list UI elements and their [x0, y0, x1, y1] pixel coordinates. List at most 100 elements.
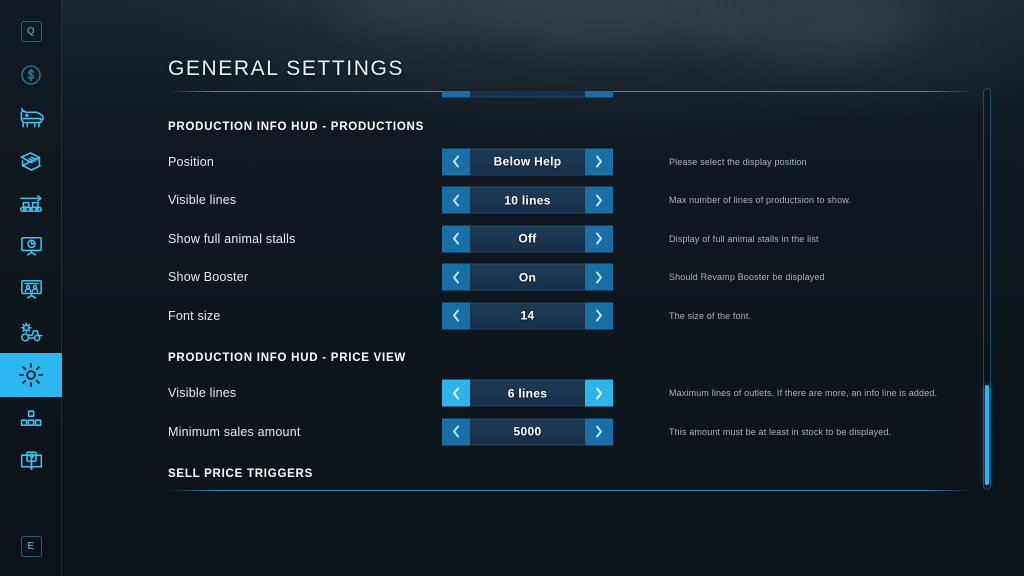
settings-row[interactable]: Visible lines 10 lines Max number of lines… [124, 181, 972, 220]
sidebar-nav: Q [0, 0, 62, 576]
settings-row[interactable]: Minimum sales amount5000This amount must… [124, 413, 972, 452]
chevron-left-icon [450, 232, 462, 246]
settings-value-stepper[interactable]: On [442, 264, 613, 291]
sidebar-item-workers[interactable] [0, 267, 62, 311]
settings-row-label: Show full animal stalls [168, 232, 296, 246]
settings-row[interactable]: Position Below Help Please select the disp… [124, 143, 972, 182]
settings-row-label: Visible lines [168, 193, 236, 207]
page-title: GENERAL SETTINGS [168, 57, 404, 81]
settings-value-stepper[interactable]: 14 [442, 302, 613, 329]
sidebar-item-vehicles[interactable] [0, 310, 62, 354]
chevron-left-icon [450, 425, 462, 439]
chevron-right-icon [593, 309, 605, 323]
cow-animal-icon [18, 106, 45, 130]
sidebar-item-statistics[interactable] [0, 224, 62, 268]
presentation-board-icon [19, 234, 44, 258]
stepper-value: Off [470, 225, 585, 252]
chevron-left-icon [450, 386, 462, 400]
settings-row-description: Maximum lines of outlets. If there are m… [669, 388, 937, 398]
gear-settings-icon [18, 362, 44, 388]
key-q-label: Q [27, 26, 35, 37]
chevron-left-icon [450, 270, 462, 284]
stepper-previous-button[interactable] [442, 418, 470, 445]
chevron-right-icon [593, 425, 605, 439]
chevron-right-icon [593, 270, 605, 284]
footer-hint-bar: ESCBACKSPACESAVE GAMEQUIT GAME [0, 512, 1024, 576]
sidebar-item-key-e[interactable]: E [0, 524, 62, 568]
settings-section-heading: PRODUCTION INFO HUD - PRICE VIEW [124, 352, 972, 364]
stepper-next-button[interactable] [585, 91, 613, 98]
stepper-previous-button[interactable] [442, 187, 470, 214]
scrollbar-thumb[interactable] [985, 385, 989, 485]
settings-value-stepper[interactable]: Off [442, 225, 613, 252]
stepper-value: 14 [470, 302, 585, 329]
chevron-left-icon [450, 193, 462, 207]
settings-row-label: Minimum sales amount [168, 425, 301, 439]
settings-list: GUI volume10%Adjusts the volume of menu … [124, 91, 972, 490]
settings-row-description: Should Revamp Booster be displayed [669, 272, 825, 282]
sidebar-item-key-q[interactable]: Q [0, 9, 62, 53]
stepper-previous-button[interactable] [442, 91, 470, 98]
key-e-badge-icon: E [21, 536, 42, 557]
stepper-previous-button[interactable] [442, 148, 470, 175]
stepper-next-button[interactable] [585, 225, 613, 252]
settings-value-stepper[interactable]: 10 lines [442, 187, 613, 214]
stepper-previous-button[interactable] [442, 302, 470, 329]
stepper-next-button[interactable] [585, 264, 613, 291]
settings-row-description: Display of full animal stalls in the lis… [669, 234, 819, 244]
settings-row[interactable]: Font size 14 The size of the font. [124, 297, 972, 336]
chevron-right-icon [593, 386, 605, 400]
settings-value-stepper[interactable]: 5000 [442, 418, 613, 445]
settings-row-label: Font size [168, 309, 221, 323]
divider-bottom [168, 490, 972, 491]
settings-value-stepper[interactable]: 6 lines [442, 380, 613, 407]
stepper-value: 6 lines [470, 380, 585, 407]
stepper-value: On [470, 264, 585, 291]
chevron-right-icon [593, 232, 605, 246]
sidebar-item-help[interactable] [0, 440, 62, 484]
stepper-value: 10 lines [470, 187, 585, 214]
stepper-next-button[interactable] [585, 148, 613, 175]
settings-section-heading: PRODUCTION INFO HUD - PRODUCTIONS [124, 121, 972, 133]
settings-row-label: Position [168, 155, 214, 169]
settings-value-stepper[interactable]: 10% [442, 91, 613, 98]
stepper-value: 5000 [470, 418, 585, 445]
stepper-next-button[interactable] [585, 302, 613, 329]
settings-row[interactable]: GUI volume10%Adjusts the volume of menu … [124, 91, 972, 104]
documents-contracts-icon [18, 149, 44, 173]
stepper-value: 10% [470, 91, 585, 98]
sidebar-item-settings[interactable] [0, 353, 62, 397]
settings-value-stepper[interactable]: Below Help [442, 148, 613, 175]
sidebar-item-finances[interactable] [0, 53, 62, 97]
sidebar-item-production[interactable] [0, 182, 62, 226]
settings-main-panel: GENERAL SETTINGS GUI volume10%Adjusts th… [62, 0, 1024, 576]
settings-row[interactable]: Visible lines 6 lines Maximum lines of out… [124, 374, 972, 413]
key-e-label: E [27, 541, 34, 552]
chevron-right-icon [593, 155, 605, 169]
stepper-next-button[interactable] [585, 380, 613, 407]
settings-row[interactable]: Show BoosterOnShould Revamp Booster be d… [124, 258, 972, 297]
stepper-previous-button[interactable] [442, 225, 470, 252]
stepper-next-button[interactable] [585, 418, 613, 445]
production-conveyor-icon [18, 192, 45, 216]
book-help-icon [19, 450, 44, 474]
settings-row-label: Visible lines [168, 386, 236, 400]
sidebar-item-contracts[interactable] [0, 139, 62, 183]
settings-section-heading: SELL PRICE TRIGGERS [124, 468, 972, 480]
settings-scroll-viewport[interactable]: GUI volume10%Adjusts the volume of menu … [124, 91, 972, 490]
stepper-next-button[interactable] [585, 187, 613, 214]
squares-grid-icon [19, 408, 43, 430]
stepper-previous-button[interactable] [442, 264, 470, 291]
scrollbar-track[interactable] [983, 88, 991, 490]
stepper-previous-button[interactable] [442, 380, 470, 407]
sidebar-item-mods[interactable] [0, 397, 62, 441]
settings-row-description: Please select the display position [669, 157, 807, 167]
sidebar-item-animals[interactable] [0, 96, 62, 140]
stepper-value: Below Help [470, 148, 585, 175]
game-settings-screen: Q [0, 0, 1024, 576]
settings-row-description: The size of the font. [669, 311, 751, 321]
settings-row-description: Max number of lines of productsion to sh… [669, 195, 851, 205]
employees-board-icon [19, 277, 44, 301]
settings-row[interactable]: Show full animal stalls Off Display of ful… [124, 220, 972, 259]
chevron-left-icon [450, 155, 462, 169]
